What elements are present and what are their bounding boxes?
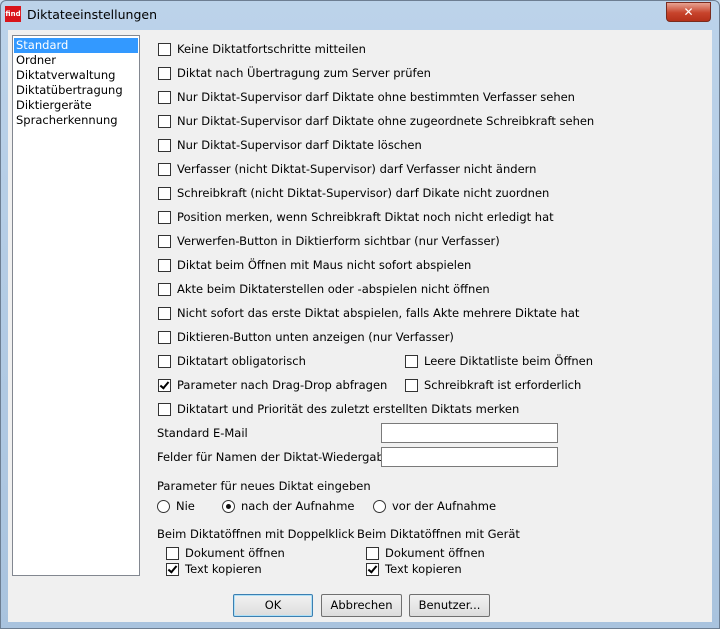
- checkbox[interactable]: [158, 66, 171, 80]
- radio-button[interactable]: [222, 499, 235, 513]
- option-label: Position merken, wenn Schreibkraft Dikta…: [177, 210, 554, 224]
- option-dictate-button-bottom[interactable]: Diktieren-Button unten anzeigen (nur Ver…: [158, 329, 454, 345]
- option-label: Diktat beim Öffnen mit Maus nicht sofort…: [177, 258, 472, 272]
- option-label: Keine Diktatfortschritte mitteilen: [177, 42, 366, 56]
- option-empty-list[interactable]: Leere Diktatliste beim Öffnen: [405, 353, 593, 369]
- option-supervisor-no-typist[interactable]: Nur Diktat-Supervisor darf Diktate ohne …: [158, 113, 594, 129]
- names-field[interactable]: [381, 447, 558, 467]
- user-button[interactable]: Benutzer...: [409, 594, 490, 617]
- checkbox[interactable]: [158, 234, 171, 248]
- option-discard-button[interactable]: Verwerfen-Button in Diktierform sichtbar…: [158, 233, 500, 249]
- option-label: Diktatart obligatorisch: [177, 354, 306, 368]
- doubleclick-open-doc[interactable]: Dokument öffnen: [166, 545, 285, 561]
- close-button[interactable]: ✕: [666, 2, 711, 22]
- option-label: Nur Diktat-Supervisor darf Diktate lösch…: [177, 138, 422, 152]
- option-drag-drop-params[interactable]: Parameter nach Drag-Drop abfragen: [158, 377, 387, 393]
- email-label: Standard E-Mail: [157, 426, 248, 440]
- option-check-after-transfer[interactable]: Diktat nach Übertragung zum Server prüfe…: [158, 65, 431, 81]
- category-item-diktiergeraete[interactable]: Diktiergeräte: [14, 98, 138, 113]
- doubleclick-label: Beim Diktatöffnen mit Doppelklick: [157, 527, 355, 541]
- option-no-open-file[interactable]: Akte beim Diktaterstellen oder -abspiele…: [158, 281, 490, 297]
- checkbox[interactable]: [158, 90, 171, 104]
- option-remember-position[interactable]: Position merken, wenn Schreibkraft Dikta…: [158, 209, 554, 225]
- checkbox[interactable]: [166, 546, 179, 560]
- checkbox[interactable]: [158, 162, 171, 176]
- option-label: Nur Diktat-Supervisor darf Diktate ohne …: [177, 90, 575, 104]
- checkbox[interactable]: [366, 562, 379, 576]
- option-label: Diktat nach Übertragung zum Server prüfe…: [177, 66, 431, 80]
- option-label: Dokument öffnen: [385, 546, 485, 560]
- option-label: Nicht sofort das erste Diktat abspielen,…: [177, 306, 580, 320]
- dialog-window: find Diktateeinstellungen ✕ Standard Ord…: [0, 0, 720, 629]
- radio-never[interactable]: Nie: [157, 498, 195, 514]
- checkbox[interactable]: [366, 546, 379, 560]
- option-label: Text kopieren: [185, 562, 262, 576]
- checkbox[interactable]: [158, 402, 171, 416]
- option-label: Text kopieren: [385, 562, 462, 576]
- names-label: Felder für Namen der Diktat-Wiedergabe: [157, 450, 391, 464]
- radio-label: nach der Aufnahme: [241, 499, 355, 513]
- radio-button[interactable]: [157, 499, 170, 513]
- checkbox[interactable]: [166, 562, 179, 576]
- checkbox[interactable]: [158, 138, 171, 152]
- checkbox[interactable]: [158, 210, 171, 224]
- checkbox[interactable]: [405, 354, 418, 368]
- email-field[interactable]: [381, 423, 558, 443]
- option-type-mandatory[interactable]: Diktatart obligatorisch: [158, 353, 306, 369]
- option-supervisor-no-author[interactable]: Nur Diktat-Supervisor darf Diktate ohne …: [158, 89, 575, 105]
- device-label: Beim Diktatöffnen mit Gerät: [357, 527, 520, 541]
- cancel-button[interactable]: Abbrechen: [321, 594, 402, 617]
- checkbox[interactable]: [158, 114, 171, 128]
- device-copy-text[interactable]: Text kopieren: [366, 561, 462, 577]
- checkbox[interactable]: [158, 306, 171, 320]
- checkbox[interactable]: [158, 330, 171, 344]
- option-label: Diktatart und Priorität des zuletzt erst…: [177, 402, 520, 416]
- checkbox[interactable]: [405, 378, 418, 392]
- radio-label: Nie: [176, 499, 195, 513]
- option-label: Leere Diktatliste beim Öffnen: [424, 354, 594, 368]
- option-label: Dokument öffnen: [185, 546, 285, 560]
- category-item-diktatverwaltung[interactable]: Diktatverwaltung: [14, 68, 138, 83]
- option-typist-required[interactable]: Schreibkraft ist erforderlich: [405, 377, 581, 393]
- option-typist-no-assign[interactable]: Schreibkraft (nicht Diktat-Supervisor) d…: [158, 185, 549, 201]
- checkbox[interactable]: [158, 42, 171, 56]
- radio-button[interactable]: [373, 499, 386, 513]
- option-label: Diktieren-Button unten anzeigen (nur Ver…: [177, 330, 454, 344]
- doubleclick-copy-text[interactable]: Text kopieren: [166, 561, 262, 577]
- device-open-doc[interactable]: Dokument öffnen: [366, 545, 485, 561]
- option-label: Nur Diktat-Supervisor darf Diktate ohne …: [177, 114, 595, 128]
- title-bar[interactable]: find Diktateeinstellungen ✕: [1, 1, 719, 27]
- category-item-standard[interactable]: Standard: [14, 38, 138, 53]
- option-label: Schreibkraft ist erforderlich: [424, 378, 582, 392]
- category-item-diktatuebertragung[interactable]: Diktatübertragung: [14, 83, 138, 98]
- checkbox[interactable]: [158, 186, 171, 200]
- checkbox[interactable]: [158, 282, 171, 296]
- checkbox[interactable]: [158, 354, 171, 368]
- radio-before-recording[interactable]: vor der Aufnahme: [373, 498, 496, 514]
- option-remember-type-priority[interactable]: Diktatart und Priorität des zuletzt erst…: [158, 401, 519, 417]
- category-item-spracherkennung[interactable]: Spracherkennung: [14, 113, 138, 128]
- option-label: Akte beim Diktaterstellen oder -abspiele…: [177, 282, 490, 296]
- app-logo-icon: find: [5, 6, 21, 22]
- category-item-ordner[interactable]: Ordner: [14, 53, 138, 68]
- category-list[interactable]: Standard Ordner Diktatverwaltung Diktatü…: [12, 35, 140, 576]
- checkbox[interactable]: [158, 378, 171, 392]
- radio-label: vor der Aufnahme: [392, 499, 497, 513]
- option-no-first-play[interactable]: Nicht sofort das erste Diktat abspielen,…: [158, 305, 579, 321]
- ok-button[interactable]: OK: [233, 594, 313, 617]
- option-label: Schreibkraft (nicht Diktat-Supervisor) d…: [177, 186, 550, 200]
- params-label: Parameter für neues Diktat eingeben: [157, 479, 371, 493]
- window-title: Diktateeinstellungen: [27, 7, 158, 22]
- option-label: Parameter nach Drag-Drop abfragen: [177, 378, 388, 392]
- option-author-no-change[interactable]: Verfasser (nicht Diktat-Supervisor) darf…: [158, 161, 536, 177]
- option-supervisor-delete[interactable]: Nur Diktat-Supervisor darf Diktate lösch…: [158, 137, 422, 153]
- radio-after-recording[interactable]: nach der Aufnahme: [222, 498, 354, 514]
- checkbox[interactable]: [158, 258, 171, 272]
- option-label: Verwerfen-Button in Diktierform sichtbar…: [177, 234, 500, 248]
- option-no-autoplay[interactable]: Diktat beim Öffnen mit Maus nicht sofort…: [158, 257, 471, 273]
- option-label: Verfasser (nicht Diktat-Supervisor) darf…: [177, 162, 537, 176]
- option-no-progress[interactable]: Keine Diktatfortschritte mitteilen: [158, 41, 366, 57]
- dialog-content: Standard Ordner Diktatverwaltung Diktatü…: [8, 30, 712, 622]
